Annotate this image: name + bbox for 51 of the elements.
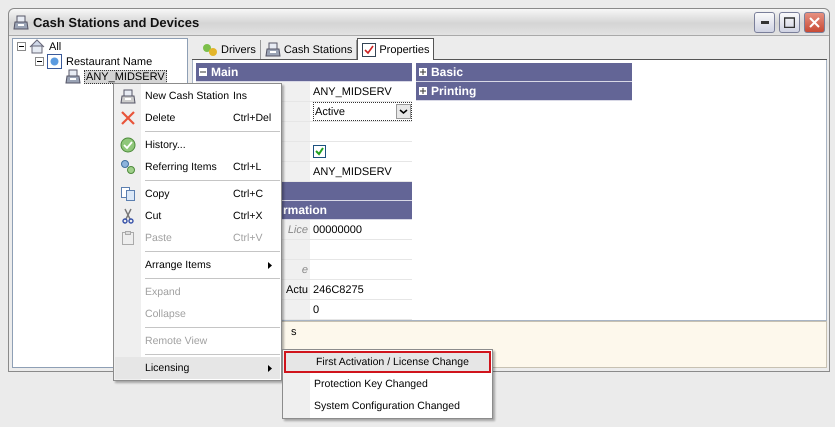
collapse-icon[interactable] — [199, 68, 207, 76]
tab[interactable]: Drivers — [198, 40, 261, 60]
menu-item[interactable]: New Cash Station Ins — [115, 85, 280, 107]
menu-item[interactable]: First Activation / License Change — [284, 351, 491, 373]
property-value: ANY_MIDSERV — [313, 86, 392, 98]
description-text: s — [291, 326, 296, 338]
cash-register-icon — [13, 14, 29, 30]
maximize-button[interactable] — [779, 12, 800, 32]
collapse-icon[interactable] — [35, 57, 44, 66]
cube-node-icon — [47, 54, 62, 69]
property-value: 246C8275 — [313, 284, 364, 296]
cash-register-icon — [264, 42, 281, 58]
menu-item[interactable]: System Configuration Changed — [284, 395, 491, 417]
property-value: 0 — [313, 304, 320, 316]
drivers-icon — [202, 42, 218, 57]
section-header[interactable]: Basic — [416, 63, 632, 82]
tree-item[interactable]: ANY_MIDSERV — [84, 70, 167, 84]
scissors-icon — [120, 208, 136, 224]
close-icon — [809, 16, 820, 28]
tree-item[interactable]: Restaurant Name — [65, 56, 154, 68]
cash-register-icon — [65, 69, 81, 84]
history-icon — [120, 137, 136, 153]
collapse-icon[interactable] — [17, 42, 26, 51]
expand-icon[interactable] — [419, 87, 427, 96]
menu-item[interactable]: Referring Items Ctrl+L — [115, 156, 280, 178]
menu-item[interactable]: History... — [115, 134, 280, 156]
expand-icon[interactable] — [419, 68, 427, 76]
tab[interactable]: Properties — [357, 38, 434, 60]
copy-icon — [120, 186, 136, 202]
minimize-button[interactable] — [754, 12, 775, 32]
minimize-icon — [760, 20, 768, 24]
section-header[interactable]: Printing — [416, 82, 632, 102]
menu-item[interactable]: Protection Key Changed — [284, 373, 491, 395]
section-header[interactable]: Main — [196, 63, 412, 82]
maximize-icon — [784, 16, 795, 28]
close-button[interactable] — [804, 12, 825, 32]
checklist-icon — [362, 42, 376, 57]
menu-item[interactable]: Licensing — [115, 357, 280, 379]
dropdown[interactable]: Active — [313, 102, 412, 122]
checkbox[interactable] — [313, 145, 326, 158]
property-value: 00000000 — [313, 224, 362, 236]
cash-register-icon — [120, 88, 136, 104]
house-icon — [29, 39, 45, 54]
delete-icon — [120, 110, 136, 126]
menu-item[interactable]: Delete Ctrl+Del — [115, 107, 280, 129]
property-value: ANY_MIDSERV — [313, 166, 392, 178]
tree-item[interactable]: All — [48, 40, 62, 52]
gears-icon — [120, 159, 136, 175]
tab[interactable]: Cash Stations — [260, 40, 358, 60]
clipboard-icon — [120, 230, 136, 246]
window-title: Cash Stations and Devices — [33, 14, 200, 30]
